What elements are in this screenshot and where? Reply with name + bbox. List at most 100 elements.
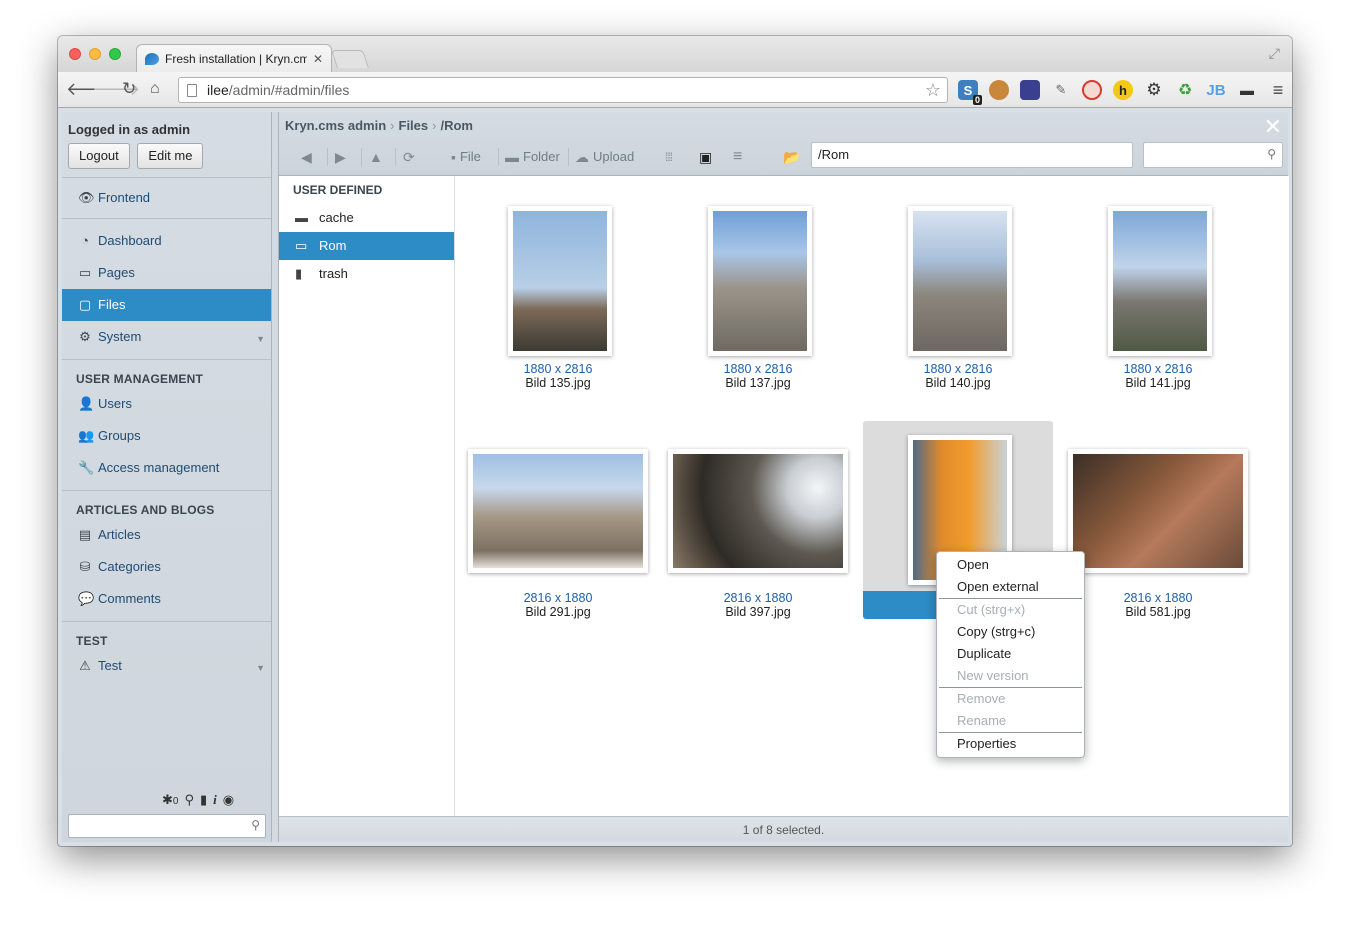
file-search-input[interactable]: ⚲ <box>1143 142 1283 168</box>
file-tile[interactable]: 2816 x 1880 Bild 397.jpg <box>663 421 853 621</box>
section-heading: USER MANAGEMENT <box>76 372 204 386</box>
sidebar-frontend-section: 👁 Frontend <box>62 178 271 219</box>
blocker-icon[interactable] <box>1082 80 1102 100</box>
file-tile[interactable]: 1880 x 2816 Bild 137.jpg <box>663 176 853 396</box>
newspaper-icon: ▤ <box>78 527 92 542</box>
menu-icon[interactable]: ≡ <box>1268 80 1288 100</box>
sidebar-item-articles[interactable]: ▤ Articles <box>62 519 271 551</box>
nav-back-button[interactable]: ◀ <box>301 146 312 168</box>
photo-image <box>913 211 1007 351</box>
search-icon[interactable]: ⚲ <box>184 792 194 808</box>
menu-item-open-external[interactable]: Open external <box>937 576 1084 598</box>
nav-up-button[interactable]: ▲ <box>369 146 383 168</box>
new-tab-button[interactable] <box>331 50 369 68</box>
file-tile[interactable]: 1880 x 2816 Bild 135.jpg <box>463 176 653 396</box>
browser-tab[interactable]: Fresh installation | Kryn.cm ✕ <box>136 44 332 72</box>
chevron-right-icon: › <box>432 118 437 133</box>
refresh-button[interactable]: ⟳ <box>403 146 415 168</box>
close-icon[interactable]: ✕ <box>1264 114 1282 140</box>
minimize-window-button[interactable] <box>89 48 101 60</box>
extension-badge-icon[interactable]: S0 <box>958 80 982 105</box>
divider <box>395 148 396 166</box>
extensions-bar: S0 ✎ h ⚙ ♻ JB ▬ ≡ <box>958 80 1288 105</box>
login-box: Logged in as admin Logout Edit me <box>62 112 271 178</box>
menu-item-open[interactable]: Open <box>937 554 1084 576</box>
sidebar-item-frontend[interactable]: 👁 Frontend <box>62 182 271 214</box>
sidebar-item-files[interactable]: ▢ Files <box>62 289 271 321</box>
sidebar-item-users[interactable]: 👤 Users <box>62 388 271 420</box>
photo-image <box>673 454 843 568</box>
sidebar-item-label: Users <box>98 396 132 411</box>
sidebar-item-label: Groups <box>98 428 141 443</box>
trash-icon[interactable]: ▮ <box>200 792 207 808</box>
menu-item-duplicate[interactable]: Duplicate <box>937 643 1084 665</box>
section-heading: TEST <box>76 634 108 648</box>
info-icon[interactable]: i <box>213 792 217 808</box>
upload-button[interactable]: ☁ Upload <box>575 146 634 168</box>
close-window-button[interactable] <box>69 48 81 60</box>
file-grid: 1880 x 2816 Bild 135.jpg 1880 x 2816 Bil… <box>456 176 1289 816</box>
sidebar-item-test[interactable]: ⚠ Test ▼ <box>62 650 271 682</box>
sidebar-item-dashboard[interactable]: ◔ Dashboard <box>62 225 271 257</box>
breadcrumb-item[interactable]: Files <box>399 118 429 133</box>
sidebar-item-categories[interactable]: ⛁ Categories <box>62 551 271 583</box>
eye-icon[interactable]: ◉ <box>223 792 234 808</box>
new-folder-button[interactable]: ▬ Folder <box>505 146 560 168</box>
sidebar-search-input[interactable]: ⚲ <box>68 814 266 838</box>
tree-item-rom[interactable]: ▭ Rom <box>279 232 454 260</box>
view-grid-button[interactable]: ⁞⁞⁞ <box>665 146 673 168</box>
cookie-icon[interactable] <box>989 80 1009 100</box>
gear-icon[interactable]: ⚙ <box>1144 80 1164 100</box>
tree-item-trash[interactable]: ▮ trash <box>279 260 454 288</box>
jetbrains-icon[interactable]: JB <box>1206 80 1226 100</box>
sidebar-item-comments[interactable]: 💬 Comments <box>62 583 271 615</box>
edit-me-button[interactable]: Edit me <box>137 143 204 169</box>
recycle-icon[interactable]: ♻ <box>1175 80 1195 100</box>
file-dimensions: 1880 x 2816 <box>523 362 593 376</box>
breadcrumb-item[interactable]: Kryn.cms admin <box>285 118 386 133</box>
bookmark-star-icon[interactable]: ☆ <box>925 80 941 101</box>
breadcrumb: Kryn.cms admin › Files ›/Rom <box>285 118 473 133</box>
status-bar: 1 of 8 selected. <box>279 816 1288 842</box>
sidebar-item-groups[interactable]: 👥 Groups <box>62 420 271 452</box>
sidebar-item-pages[interactable]: ▭ Pages <box>62 257 271 289</box>
file-tile[interactable]: 1880 x 2816 Bild 140.jpg <box>863 176 1053 396</box>
nav-forward-button[interactable]: ▶ <box>335 146 346 168</box>
sidebar-item-access-management[interactable]: 🔧 Access management <box>62 452 271 484</box>
thumbnails-icon: ▣ <box>699 149 713 165</box>
zoom-window-button[interactable] <box>109 48 121 60</box>
file-dimensions: 2816 x 1880 <box>723 591 793 605</box>
thumbnail <box>1068 449 1248 573</box>
file-tile[interactable]: 2816 x 1880 Bild 581.jpg <box>1063 421 1253 621</box>
tree-item-cache[interactable]: ▬ cache <box>279 204 454 232</box>
bug-icon[interactable]: ✱0 <box>162 792 178 808</box>
files-window: Kryn.cms admin › Files ›/Rom ✕ ◀ ▶ ▲ ⟳ ▪ Fil… <box>278 112 1289 842</box>
path-input[interactable]: /Rom <box>811 142 1133 168</box>
sidebar-item-system[interactable]: ⚙ System ▼ <box>62 321 271 353</box>
view-thumbnails-button[interactable]: ▣ <box>699 146 712 168</box>
fullscreen-icon[interactable]: ⤢ <box>1269 45 1280 62</box>
file-tile[interactable]: 2816 x 1880 Bild 291.jpg <box>463 421 653 621</box>
file-tile[interactable]: 1880 x 2816 Bild 141.jpg <box>1063 176 1253 396</box>
reload-icon[interactable]: ↻ <box>122 79 136 99</box>
menu-item-properties[interactable]: Properties <box>937 733 1084 755</box>
color-picker-icon[interactable] <box>1020 80 1040 100</box>
eyedropper-icon[interactable]: ✎ <box>1051 80 1071 100</box>
photo-image <box>513 211 607 351</box>
logout-button[interactable]: Logout <box>68 143 130 169</box>
sidebar-item-label: Articles <box>98 527 141 542</box>
home-icon[interactable]: ⌂ <box>150 79 160 99</box>
new-file-button[interactable]: ▪ File <box>451 146 481 168</box>
view-list-button[interactable]: ≡ <box>733 146 742 168</box>
incognito-icon[interactable]: ▬ <box>1237 80 1257 100</box>
chevron-down-icon[interactable]: ▼ <box>256 323 265 355</box>
section-heading: ARTICLES AND BLOGS <box>76 503 215 517</box>
thumbnail <box>668 449 848 573</box>
tab-close-icon[interactable]: ✕ <box>313 52 323 66</box>
chevron-down-icon[interactable]: ▼ <box>256 652 265 684</box>
breadcrumb-item[interactable]: /Rom <box>440 118 473 133</box>
address-bar[interactable]: ilee/admin/#admin/files ☆ <box>178 77 948 103</box>
menu-item-copy[interactable]: Copy (strg+c) <box>937 621 1084 643</box>
browser-window: Fresh installation | Kryn.cm ✕ ⤢ 🡐 🡒 ↻ ⌂… <box>58 36 1292 846</box>
h-extension-icon[interactable]: h <box>1113 80 1133 100</box>
